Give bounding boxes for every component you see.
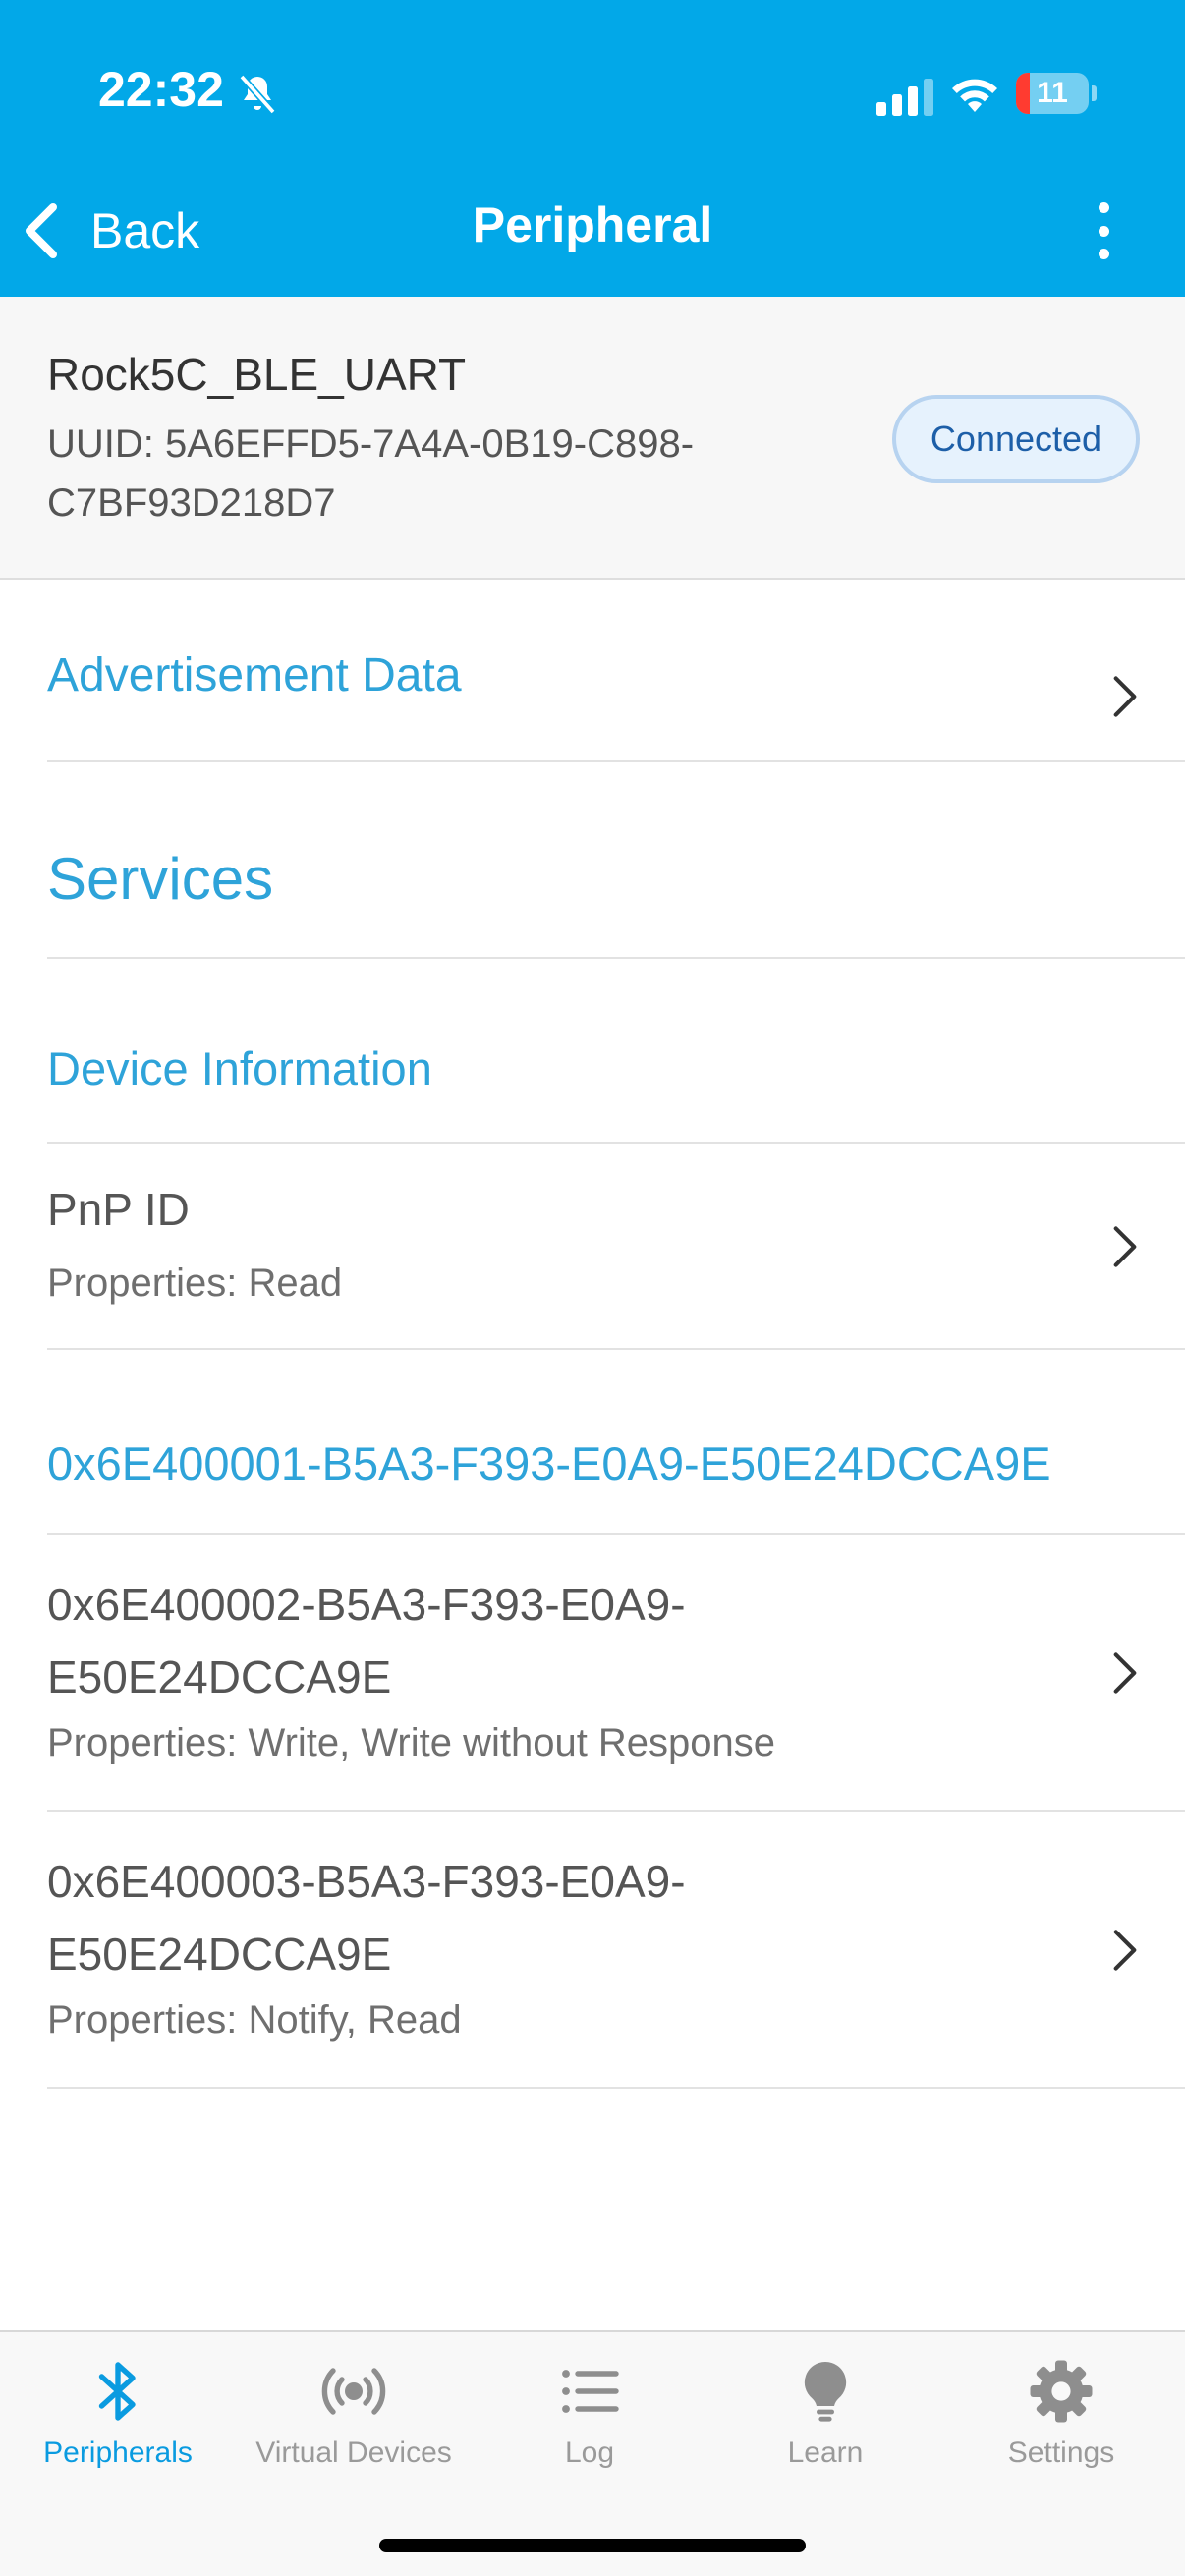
chevron-right-icon bbox=[1113, 676, 1137, 717]
tab-label: Peripherals bbox=[43, 2436, 193, 2469]
device-summary: Rock5C_BLE_UART UUID: 5A6EFFD5-7A4A-0B19… bbox=[0, 297, 1185, 580]
characteristic-name: 0x6E400003-B5A3-F393-E0A9-E50E24DCCA9E bbox=[47, 1856, 686, 1980]
tab-label: Learn bbox=[787, 2436, 864, 2469]
more-dot-icon bbox=[1098, 249, 1109, 259]
broadcast-icon bbox=[321, 2368, 386, 2415]
service-title: Device Information bbox=[47, 1042, 432, 1094]
bluetooth-icon bbox=[98, 2362, 136, 2421]
connection-status-badge[interactable]: Connected bbox=[892, 395, 1140, 483]
service-title: 0x6E400001-B5A3-F393-E0A9-E50E24DCCA9E bbox=[47, 1437, 1051, 1489]
tab-log[interactable]: Log bbox=[472, 2356, 707, 2470]
battery-indicator: 11 bbox=[1016, 73, 1097, 114]
tab-virtual-devices[interactable]: Virtual Devices bbox=[236, 2356, 472, 2470]
tab-label: Log bbox=[564, 2436, 615, 2469]
characteristic-row[interactable]: 0x6E400003-B5A3-F393-E0A9-E50E24DCCA9E P… bbox=[47, 1812, 1185, 2089]
characteristic-row[interactable]: PnP ID Properties: Read bbox=[47, 1144, 1185, 1350]
chevron-right-icon bbox=[1113, 1226, 1137, 1267]
characteristic-row[interactable]: 0x6E400002-B5A3-F393-E0A9-E50E24DCCA9E P… bbox=[47, 1535, 1185, 1812]
characteristic-name: 0x6E400002-B5A3-F393-E0A9-E50E24DCCA9E bbox=[47, 1579, 686, 1703]
services-section-header: Services bbox=[47, 762, 1185, 959]
list-icon bbox=[562, 2370, 619, 2413]
characteristic-properties: Properties: Notify, Read bbox=[47, 1998, 462, 2042]
service-header: 0x6E400001-B5A3-F393-E0A9-E50E24DCCA9E bbox=[47, 1350, 1185, 1535]
advertisement-data-label: Advertisement Data bbox=[47, 649, 462, 701]
characteristic-properties: Properties: Read bbox=[47, 1261, 343, 1305]
characteristic-properties: Properties: Write, Write without Respons… bbox=[47, 1721, 776, 1764]
chevron-right-icon bbox=[1113, 1930, 1137, 1971]
tab-settings[interactable]: Settings bbox=[943, 2356, 1179, 2470]
tab-learn[interactable]: Learn bbox=[707, 2356, 943, 2470]
nav-header: 22:32 11 Back Peripheral bbox=[0, 0, 1185, 297]
device-name: Rock5C_BLE_UART bbox=[47, 349, 467, 400]
services-heading: Services bbox=[47, 846, 274, 912]
service-header: Device Information bbox=[47, 959, 1185, 1144]
cellular-signal-icon bbox=[876, 79, 933, 116]
tab-peripherals[interactable]: Peripherals bbox=[0, 2356, 236, 2470]
battery-level: 11 bbox=[1037, 77, 1068, 109]
tab-label: Settings bbox=[1007, 2436, 1115, 2469]
more-dot-icon bbox=[1098, 225, 1109, 237]
more-options-button[interactable] bbox=[1079, 196, 1128, 265]
advertisement-data-row[interactable]: Advertisement Data bbox=[47, 580, 1185, 762]
wifi-icon bbox=[952, 79, 997, 112]
status-time: 22:32 bbox=[98, 62, 224, 117]
device-uuid: UUID: 5A6EFFD5-7A4A-0B19-C898-C7BF93D218… bbox=[47, 422, 695, 525]
characteristic-name: PnP ID bbox=[47, 1184, 190, 1235]
tab-label: Virtual Devices bbox=[255, 2436, 452, 2469]
lightbulb-icon bbox=[804, 2361, 847, 2422]
home-indicator[interactable] bbox=[379, 2539, 806, 2552]
bell-slash-icon bbox=[239, 74, 276, 115]
chevron-right-icon bbox=[1113, 1652, 1137, 1694]
more-dot-icon bbox=[1098, 202, 1109, 213]
page-title: Peripheral bbox=[472, 197, 713, 252]
gear-icon bbox=[1030, 2360, 1093, 2423]
